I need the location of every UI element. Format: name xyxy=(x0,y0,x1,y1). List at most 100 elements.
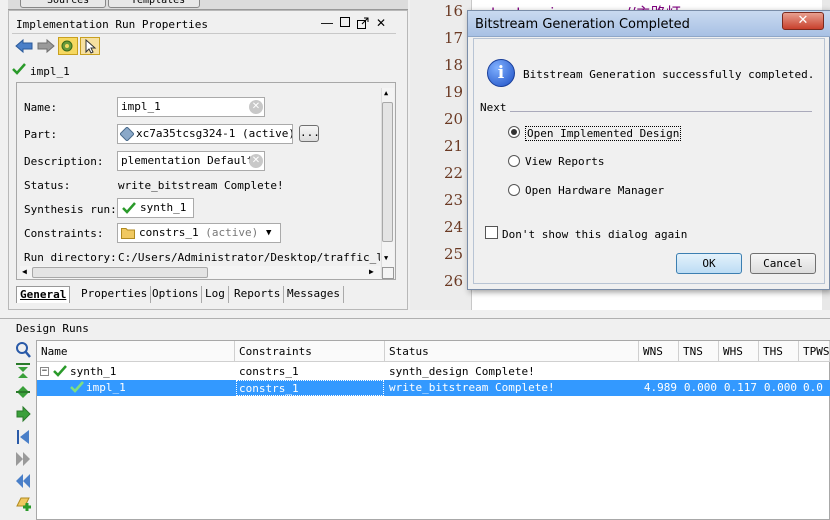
forward-arrow-icon[interactable] xyxy=(36,38,56,54)
panel-title: Implementation Run Properties xyxy=(16,18,209,31)
checkmark-icon xyxy=(70,381,84,393)
run-status: synth_design Complete! xyxy=(389,365,535,378)
scroll-right-icon[interactable]: ▶ xyxy=(369,267,374,276)
float-icon[interactable] xyxy=(356,17,370,30)
tab-templates[interactable]: Templates xyxy=(108,0,200,8)
section-divider xyxy=(510,111,812,112)
resize-corner xyxy=(382,267,394,279)
properties-gear-icon[interactable] xyxy=(58,37,78,55)
status-label: Status: xyxy=(24,179,71,192)
collapse-all-icon[interactable] xyxy=(14,362,34,380)
tab-general[interactable]: General xyxy=(16,286,71,303)
synthesis-run-label: Synthesis run: xyxy=(24,203,117,216)
tab-options[interactable]: Options xyxy=(149,286,203,303)
line-number: 26 xyxy=(444,272,464,290)
next-section-label: Next xyxy=(480,101,507,114)
tab-sources[interactable]: Sources xyxy=(20,0,106,8)
run-status: write_bitstream Complete! xyxy=(389,381,555,394)
add-run-icon[interactable] xyxy=(14,494,34,512)
back-arrow-icon[interactable] xyxy=(14,38,34,54)
restore-icon[interactable] xyxy=(338,17,352,30)
description-label: Description: xyxy=(24,155,104,168)
line-number: 19 xyxy=(444,83,464,101)
dont-show-label[interactable]: Don't show this dialog again xyxy=(502,228,687,241)
tree-collapse-toggle[interactable]: − xyxy=(40,367,49,376)
next-icon[interactable] xyxy=(14,405,34,423)
expand-all-icon[interactable] xyxy=(14,383,34,401)
vertical-scroll-thumb[interactable] xyxy=(382,102,393,242)
scroll-down-icon[interactable]: ▼ xyxy=(384,254,388,262)
first-icon[interactable] xyxy=(14,428,34,446)
dialog-close-button[interactable]: ✕ xyxy=(782,12,824,30)
name-field[interactable]: impl_1 xyxy=(117,97,265,117)
horizontal-scroll-thumb[interactable] xyxy=(32,267,208,278)
column-header-ths[interactable]: THS xyxy=(759,341,799,362)
line-number: 25 xyxy=(444,245,464,263)
constraints-dropdown[interactable]: constrs_1 (active) xyxy=(117,223,281,243)
run-directory-value: C:/Users/Administrator/Desktop/traffic_l… xyxy=(118,251,380,264)
run-directory-label: Run directory: xyxy=(24,251,117,264)
status-value: write_bitstream Complete! xyxy=(118,179,284,192)
line-number: 17 xyxy=(444,29,464,47)
toolbar-divider xyxy=(12,33,396,34)
line-number: 21 xyxy=(444,137,464,155)
option-open-hardware-manager[interactable]: Open Hardware Manager xyxy=(525,184,664,197)
minimize-icon[interactable]: ― xyxy=(320,17,334,30)
tab-reports[interactable]: Reports xyxy=(231,286,285,303)
search-icon[interactable] xyxy=(14,341,34,359)
constraints-label: Constraints: xyxy=(24,227,104,240)
tab-properties[interactable]: Properties xyxy=(78,286,152,303)
rewind-icon[interactable] xyxy=(14,472,34,490)
column-header-status[interactable]: Status xyxy=(385,341,639,362)
run-whs: 0.117 xyxy=(723,381,757,394)
run-ths: 0.000 xyxy=(763,381,797,394)
close-icon[interactable]: ✕ xyxy=(374,17,388,30)
run-tpws: 0.0 xyxy=(803,381,823,394)
column-header-wns[interactable]: WNS xyxy=(639,341,679,362)
option-view-reports[interactable]: View Reports xyxy=(525,155,604,168)
column-header-constraints[interactable]: Constraints xyxy=(235,341,385,362)
run-tns: 0.000 xyxy=(683,381,717,394)
chip-icon xyxy=(120,127,134,141)
fast-forward-icon[interactable] xyxy=(14,450,34,468)
column-header-whs[interactable]: WHS xyxy=(719,341,759,362)
scroll-up-icon[interactable]: ▲ xyxy=(384,89,388,97)
ok-button[interactable]: OK xyxy=(676,253,742,274)
run-constraints: constrs_1 xyxy=(236,380,384,396)
radio-open-hardware-manager[interactable] xyxy=(508,184,520,196)
cancel-button[interactable]: Cancel xyxy=(750,253,816,274)
chevron-down-icon[interactable]: ▼ xyxy=(266,228,271,238)
part-label: Part: xyxy=(24,128,58,141)
dont-show-checkbox[interactable] xyxy=(485,226,498,239)
column-header-tpws[interactable]: TPWS xyxy=(799,341,830,362)
line-number: 22 xyxy=(444,164,464,182)
run-name[interactable]: impl_1 xyxy=(84,380,126,396)
panel-title: Design Runs xyxy=(16,322,89,335)
run-name[interactable]: synth_1 xyxy=(68,364,116,380)
column-header-tns[interactable]: TNS xyxy=(679,341,719,362)
clear-name-icon[interactable]: ✕ xyxy=(249,100,263,114)
object-name: impl_1 xyxy=(30,65,70,78)
tab-log[interactable]: Log xyxy=(202,286,229,303)
folder-icon xyxy=(121,228,135,239)
part-field[interactable]: xc7a35tcsg324-1 (active) xyxy=(117,124,293,144)
radio-selected-dot xyxy=(511,129,517,135)
tab-messages[interactable]: Messages xyxy=(284,286,344,303)
line-number: 20 xyxy=(444,110,464,128)
line-number: 24 xyxy=(444,218,464,236)
select-pointer-icon[interactable] xyxy=(80,37,100,55)
line-number: 23 xyxy=(444,191,464,209)
description-field[interactable]: plementation Defaults xyxy=(117,151,265,171)
run-constraints: constrs_1 xyxy=(239,365,299,378)
option-open-implemented-design[interactable]: Open Implemented Design xyxy=(525,126,682,141)
clear-description-icon[interactable]: ✕ xyxy=(249,154,263,168)
radio-view-reports[interactable] xyxy=(508,155,520,167)
info-icon: i xyxy=(487,59,515,87)
checkmark-icon xyxy=(12,63,26,75)
scroll-left-icon[interactable]: ◀ xyxy=(22,267,27,276)
part-browse-button[interactable]: ... xyxy=(299,125,320,142)
checkmark-icon xyxy=(122,202,136,214)
line-number: 18 xyxy=(444,56,464,74)
column-header-name[interactable]: Name xyxy=(37,341,235,362)
run-wns: 4.989 xyxy=(643,381,677,394)
